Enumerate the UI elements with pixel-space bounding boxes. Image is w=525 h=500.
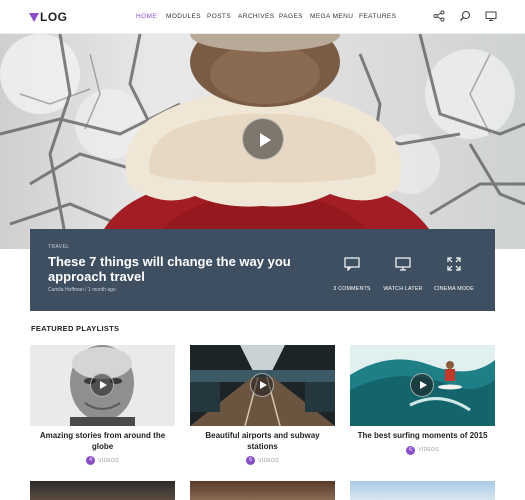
cinema-mode-action[interactable]: CINEMA MODE [424,257,484,295]
playlist-thumbnail-partial[interactable] [350,481,495,500]
playlist-thumbnail-partial[interactable] [30,481,175,500]
videos-label: VIDEOS [98,457,119,464]
playlist-thumbnail[interactable] [30,345,175,426]
site-header: LOG HOME MODULES POSTS ARCHIVES PAGES ME… [0,0,525,34]
playlist-card: Beautiful airports and subway stations 6… [190,345,335,465]
post-meta: Camila Hoffman / 1 month ago [48,287,116,293]
nav-home[interactable]: HOME [136,13,166,20]
search-icon[interactable] [459,10,471,22]
videos-label: VIDEOS [418,447,439,453]
site-logo[interactable]: LOG [29,10,68,24]
logo-v-mark [29,12,39,22]
comments-label: 3 COMMENTS [333,286,371,292]
playlist-title[interactable]: The best surfing moments of 2015 [350,431,495,442]
video-count-badge: 6 [406,445,416,455]
post-author[interactable]: Camila Hoffman [48,287,84,293]
play-button[interactable] [410,373,434,397]
header-icon-group [433,10,497,22]
nav-posts[interactable]: POSTS [207,13,238,20]
post-date: 1 month ago [87,287,116,293]
nav-archives[interactable]: ARCHIVES [238,13,279,20]
post-title[interactable]: These 7 things will change the way you a… [48,254,308,284]
nav-pages[interactable]: PAGES [279,13,310,20]
share-icon[interactable] [433,10,445,22]
play-button[interactable] [90,373,114,397]
watch-later-label: WATCH LATER [383,286,423,292]
playlist-title[interactable]: Beautiful airports and subway stations [190,431,335,452]
playlist-meta: 6 VIDEOS [350,445,495,455]
playlist-card: The best surfing moments of 2015 6 VIDEO… [350,345,495,455]
video-count-badge: 4 [86,456,96,465]
section-heading: FEATURED PLAYLISTS [31,324,120,333]
comment-icon [344,257,360,271]
playlist-thumbnail-partial[interactable] [190,481,335,500]
play-button[interactable] [250,373,274,397]
expand-icon [447,257,461,271]
videos-label: VIDEOS [258,457,279,464]
playlist-thumbnail[interactable] [190,345,335,426]
post-category[interactable]: TRAVEL [48,244,69,250]
video-count-badge: 6 [246,456,256,465]
main-nav: HOME MODULES POSTS ARCHIVES PAGES MEGA M… [136,13,399,20]
playlist-title[interactable]: Amazing stories from around the globe [30,431,175,452]
cinema-mode-label: CINEMA MODE [434,286,474,292]
hero-video[interactable] [0,34,525,249]
playlist-meta: 6 VIDEOS [190,456,335,465]
nav-modules[interactable]: MODULES [166,13,207,20]
hero-play-button[interactable] [242,118,284,160]
nav-features[interactable]: FEATURES [359,13,399,20]
monitor-icon [395,257,411,271]
playlist-card: Amazing stories from around the globe 4 … [30,345,175,465]
logo-text: LOG [40,10,68,24]
playlist-meta: 4 VIDEOS [30,456,175,465]
playlist-thumbnail[interactable] [350,345,495,426]
monitor-icon[interactable] [485,10,497,22]
nav-mega-menu[interactable]: MEGA MENU [310,13,359,20]
hero-info-panel: TRAVEL These 7 things will change the wa… [30,229,495,311]
